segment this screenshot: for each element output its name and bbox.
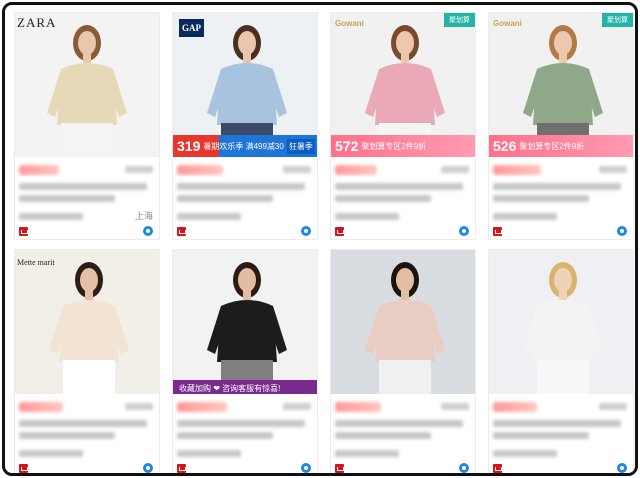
product-image[interactable]: Gowani 聚划算 572 聚划算专区2件9折 xyxy=(331,13,475,157)
promo-bar: 572 聚划算专区2件9折 xyxy=(331,135,475,157)
chat-icon[interactable] xyxy=(301,463,311,473)
brand-logo: Mette marit xyxy=(17,258,55,267)
product-image[interactable]: 收藏加购 ❤ 咨询客服有惊喜! xyxy=(173,250,317,394)
title-blurred[interactable] xyxy=(19,432,115,439)
promo-tag: 狂暑季 xyxy=(286,138,315,154)
promo-label: 暑期欢乐季 满499减30 xyxy=(203,141,284,151)
title-blurred[interactable] xyxy=(493,432,589,439)
promo-label: 聚划算专区2件9折 xyxy=(361,141,427,151)
promo-overlay: 收藏加购 ❤ 咨询客服有惊喜! xyxy=(173,380,317,394)
title-blurred[interactable] xyxy=(493,420,621,427)
title-blurred[interactable] xyxy=(177,420,305,427)
title-blurred[interactable] xyxy=(335,432,431,439)
product-image[interactable] xyxy=(331,250,475,394)
shop-name-blurred[interactable] xyxy=(19,450,83,457)
title-blurred[interactable] xyxy=(493,183,621,190)
chat-icon[interactable] xyxy=(459,226,469,236)
price-blurred xyxy=(177,165,223,175)
chat-icon[interactable] xyxy=(617,463,627,473)
model-photo xyxy=(15,250,159,394)
promo-bar: 319 暑期欢乐季 满499减30 狂暑季 xyxy=(173,135,317,157)
product-card[interactable] xyxy=(330,249,476,473)
title-blurred[interactable] xyxy=(177,195,273,202)
product-card[interactable]: Gowani 聚划算 526 聚划算专区2件9折 xyxy=(488,12,634,240)
location-label: 上海 xyxy=(134,211,153,221)
model-photo xyxy=(489,250,633,394)
shop-name-blurred[interactable] xyxy=(335,213,399,220)
tmall-icon xyxy=(177,464,186,473)
title-blurred[interactable] xyxy=(19,183,147,190)
sales-count-blurred xyxy=(283,403,311,410)
product-card[interactable]: ZARA 上海 xyxy=(14,12,160,240)
price-blurred xyxy=(493,402,537,412)
product-image[interactable]: Gowani 聚划算 526 聚划算专区2件9折 xyxy=(489,13,633,157)
shop-name-blurred[interactable] xyxy=(19,213,83,220)
promo-badge: 聚划算 xyxy=(444,13,475,27)
product-image[interactable]: GAP 319 暑期欢乐季 满499减30 狂暑季 xyxy=(173,13,317,157)
price-blurred xyxy=(177,402,227,412)
price-blurred xyxy=(19,165,59,175)
model-photo xyxy=(173,250,317,394)
model-photo xyxy=(331,250,475,394)
price-blurred xyxy=(335,165,377,175)
chat-icon[interactable] xyxy=(143,463,153,473)
title-blurred[interactable] xyxy=(177,432,273,439)
brand-logo: Gowani xyxy=(335,19,364,28)
brand-logo: ZARA xyxy=(17,15,57,30)
price-blurred xyxy=(19,402,63,412)
product-image[interactable]: Mette marit xyxy=(15,250,159,394)
tmall-icon xyxy=(493,464,502,473)
product-card[interactable]: GAP 319 暑期欢乐季 满499减30 狂暑季 xyxy=(172,12,318,240)
shop-name-blurred[interactable] xyxy=(177,450,241,457)
title-blurred[interactable] xyxy=(335,183,463,190)
title-blurred[interactable] xyxy=(19,420,147,427)
product-card[interactable]: 收藏加购 ❤ 咨询客服有惊喜! xyxy=(172,249,318,473)
price-blurred xyxy=(493,165,541,175)
sales-count-blurred xyxy=(125,166,153,173)
shop-name-blurred[interactable] xyxy=(493,450,557,457)
brand-logo: Gowani xyxy=(493,19,522,28)
sales-count-blurred xyxy=(283,166,311,173)
shop-name-blurred[interactable] xyxy=(177,213,241,220)
promo-price: 572 xyxy=(335,138,359,154)
product-grid: ZARA 上海 GAP 319 暑期欢乐季 满499减30 狂暑季 Gowani 聚划算 572… xyxy=(14,12,634,473)
product-card[interactable]: Mette marit xyxy=(14,249,160,473)
price-blurred xyxy=(335,402,381,412)
promo-label: 聚划算专区2件9折 xyxy=(519,141,585,151)
sales-count-blurred xyxy=(441,403,469,410)
tmall-icon xyxy=(177,227,186,236)
tmall-icon xyxy=(335,464,344,473)
tmall-icon xyxy=(335,227,344,236)
brand-logo: GAP xyxy=(179,19,204,37)
product-image[interactable] xyxy=(489,250,633,394)
product-image[interactable]: ZARA xyxy=(15,13,159,157)
chat-icon[interactable] xyxy=(617,226,627,236)
shop-name-blurred[interactable] xyxy=(493,213,557,220)
promo-bar: 526 聚划算专区2件9折 xyxy=(489,135,633,157)
tmall-icon xyxy=(19,464,28,473)
screenshot-frame: ZARA 上海 GAP 319 暑期欢乐季 满499减30 狂暑季 Gowani 聚划算 572… xyxy=(2,2,638,476)
product-card[interactable] xyxy=(488,249,634,473)
sales-count-blurred xyxy=(441,166,469,173)
title-blurred[interactable] xyxy=(335,195,431,202)
title-blurred[interactable] xyxy=(177,183,305,190)
chat-icon[interactable] xyxy=(459,463,469,473)
promo-price: 526 xyxy=(493,138,517,154)
chat-icon[interactable] xyxy=(301,226,311,236)
sales-count-blurred xyxy=(125,403,153,410)
shop-name-blurred[interactable] xyxy=(335,450,399,457)
chat-icon[interactable] xyxy=(143,226,153,236)
title-blurred[interactable] xyxy=(335,420,463,427)
promo-badge: 聚划算 xyxy=(602,13,633,27)
sales-count-blurred xyxy=(599,166,627,173)
tmall-icon xyxy=(19,227,28,236)
title-blurred[interactable] xyxy=(493,195,589,202)
model-photo xyxy=(15,13,159,157)
product-card[interactable]: Gowani 聚划算 572 聚划算专区2件9折 xyxy=(330,12,476,240)
tmall-icon xyxy=(493,227,502,236)
sales-count-blurred xyxy=(599,403,627,410)
promo-price: 319 xyxy=(177,138,201,154)
title-blurred[interactable] xyxy=(19,195,115,202)
